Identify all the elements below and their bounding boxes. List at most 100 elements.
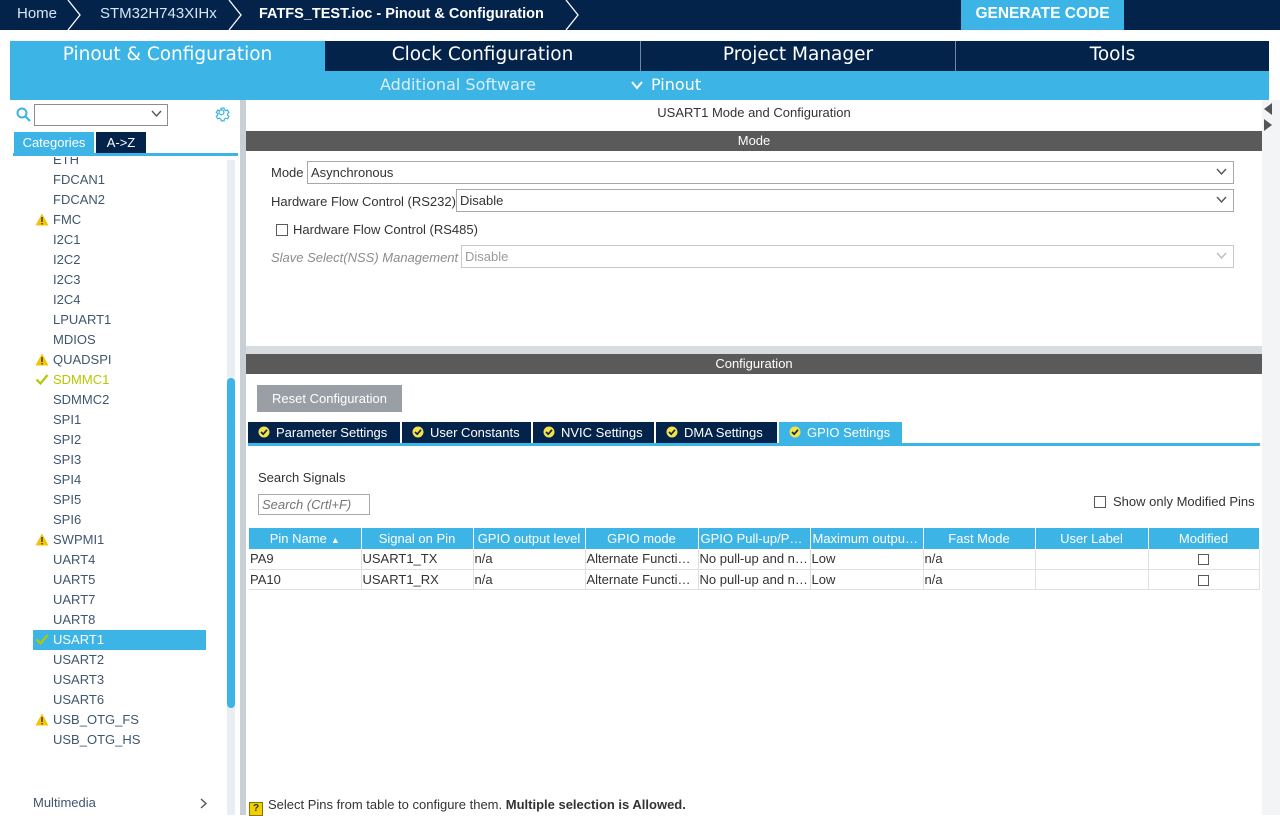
tab-project-manager[interactable]: Project Manager — [640, 41, 955, 71]
peripheral-item-uart4[interactable]: UART4 — [33, 550, 206, 570]
peripheral-item-sdmmc1[interactable]: SDMMC1 — [33, 370, 206, 390]
peripheral-item-label: MDIOS — [53, 332, 96, 347]
tab-parameter-settings[interactable]: Parameter Settings — [248, 422, 400, 443]
reset-configuration-button[interactable]: Reset Configuration — [257, 385, 402, 412]
tab-user-constants[interactable]: User Constants — [402, 422, 531, 443]
peripheral-item-fdcan1[interactable]: FDCAN1 — [33, 170, 206, 190]
peripheral-item-fmc[interactable]: FMC — [33, 210, 206, 230]
modified-checkbox[interactable] — [1198, 554, 1209, 566]
peripheral-item-quadspi[interactable]: QUADSPI — [33, 350, 206, 370]
col-header-pull[interactable]: GPIO Pull-up/Pull-down — [698, 528, 811, 549]
cell-fast-mode[interactable]: n/a — [923, 549, 1036, 570]
col-header-modified[interactable]: Modified — [1148, 528, 1260, 549]
hw-flow-rs232-select[interactable]: Disable — [456, 189, 1234, 212]
peripheral-item-usb_otg_hs[interactable]: USB_OTG_HS — [33, 730, 206, 750]
additional-software-menu[interactable]: Additional Software — [380, 71, 536, 100]
peripheral-item-label: ETH — [53, 157, 79, 167]
col-header-gpio-mode[interactable]: GPIO mode — [585, 528, 699, 549]
mode-select[interactable]: Asynchronous — [307, 161, 1234, 184]
tab-pinout-configuration[interactable]: Pinout & Configuration — [10, 41, 325, 71]
col-header-fast-mode[interactable]: Fast Mode — [923, 528, 1036, 549]
cell-speed[interactable]: Low — [810, 569, 924, 590]
chevron-right-icon — [200, 798, 208, 809]
cell-signal[interactable]: USART1_TX — [361, 549, 474, 570]
peripheral-item-spi2[interactable]: SPI2 — [33, 430, 206, 450]
peripheral-item-spi5[interactable]: SPI5 — [33, 490, 206, 510]
cell-user-label[interactable] — [1035, 549, 1149, 570]
peripheral-item-usart1[interactable]: USART1 — [33, 630, 206, 650]
cell-user-label[interactable] — [1035, 569, 1149, 590]
section-divider[interactable] — [246, 346, 1262, 354]
gear-icon[interactable] — [214, 106, 231, 123]
tab-gpio-settings[interactable]: GPIO Settings — [779, 422, 902, 443]
col-header-pin-name[interactable]: Pin Name ▲ — [249, 528, 362, 549]
peripheral-item-sdmmc2[interactable]: SDMMC2 — [33, 390, 206, 410]
table-row[interactable]: PA9 USART1_TX n/a Alternate Function Pus… — [249, 549, 1260, 570]
peripheral-item-i2c2[interactable]: I2C2 — [33, 250, 206, 270]
cell-pin[interactable]: PA9 — [249, 549, 362, 570]
tab-user-constants-label: User Constants — [430, 425, 520, 440]
peripheral-item-uart8[interactable]: UART8 — [33, 610, 206, 630]
peripheral-item-i2c4[interactable]: I2C4 — [33, 290, 206, 310]
peripheral-item-label: USB_OTG_FS — [53, 712, 139, 727]
peripheral-item-lpuart1[interactable]: LPUART1 — [33, 310, 206, 330]
scrollbar-thumb[interactable] — [227, 378, 235, 708]
cell-signal[interactable]: USART1_RX — [361, 569, 474, 590]
cell-speed[interactable]: Low — [810, 549, 924, 570]
show-modified-checkbox[interactable] — [1094, 496, 1106, 508]
peripheral-item-usart2[interactable]: USART2 — [33, 650, 206, 670]
peripheral-list-scrollbar[interactable] — [227, 160, 235, 815]
peripheral-item-uart7[interactable]: UART7 — [33, 590, 206, 610]
cell-fast-mode[interactable]: n/a — [923, 569, 1036, 590]
peripheral-item-spi6[interactable]: SPI6 — [33, 510, 206, 530]
tab-tools[interactable]: Tools — [955, 41, 1269, 71]
peripheral-item-uart5[interactable]: UART5 — [33, 570, 206, 590]
category-multimedia[interactable]: Multimedia — [33, 794, 208, 812]
cell-pin[interactable]: PA10 — [249, 569, 362, 590]
tab-clock-configuration[interactable]: Clock Configuration — [325, 41, 640, 71]
peripheral-item-spi4[interactable]: SPI4 — [33, 470, 206, 490]
tab-categories[interactable]: Categories — [14, 132, 94, 153]
col-header-signal[interactable]: Signal on Pin — [361, 528, 474, 549]
chevron-down-icon — [1216, 196, 1227, 204]
generate-code-button[interactable]: GENERATE CODE — [961, 0, 1124, 30]
peripheral-item-mdios[interactable]: MDIOS — [33, 330, 206, 350]
search-signals-input[interactable] — [258, 494, 370, 515]
peripheral-item-i2c3[interactable]: I2C3 — [33, 270, 206, 290]
peripheral-item-label: SPI4 — [53, 472, 82, 487]
cell-output-level[interactable]: n/a — [473, 569, 586, 590]
peripheral-item-i2c1[interactable]: I2C1 — [33, 230, 206, 250]
peripheral-search-combo[interactable] — [34, 104, 168, 126]
peripheral-item-usart3[interactable]: USART3 — [33, 670, 206, 690]
col-header-output-level[interactable]: GPIO output level — [473, 528, 586, 549]
collapse-arrow-icon[interactable] — [1264, 119, 1272, 131]
peripheral-item-swpmi1[interactable]: SWPMI1 — [33, 530, 206, 550]
cell-gpio-mode[interactable]: Alternate Function Push Pull — [585, 549, 699, 570]
cell-pull[interactable]: No pull-up and no pull-down — [698, 549, 811, 570]
pinout-menu[interactable]: Pinout — [651, 71, 701, 100]
collapse-arrow-icon[interactable] — [1264, 103, 1272, 115]
peripheral-item-usart6[interactable]: USART6 — [33, 690, 206, 710]
peripheral-item-spi1[interactable]: SPI1 — [33, 410, 206, 430]
col-header-max-speed[interactable]: Maximum output speed — [810, 528, 924, 549]
cell-modified[interactable] — [1148, 569, 1260, 590]
breadcrumb-home[interactable]: Home — [17, 0, 57, 30]
hw-flow-rs485-checkbox[interactable] — [276, 224, 288, 236]
tab-a-z[interactable]: A->Z — [96, 132, 146, 153]
tab-dma-settings[interactable]: DMA Settings — [656, 422, 777, 443]
peripheral-item-spi3[interactable]: SPI3 — [33, 450, 206, 470]
peripheral-item-usb_otg_fs[interactable]: USB_OTG_FS — [33, 710, 206, 730]
tab-nvic-settings[interactable]: NVIC Settings — [533, 422, 654, 443]
cell-gpio-mode[interactable]: Alternate Function Push Pull — [585, 569, 699, 590]
table-row[interactable]: PA10 USART1_RX n/a Alternate Function Pu… — [249, 569, 1260, 590]
modified-checkbox[interactable] — [1198, 574, 1209, 586]
cell-modified[interactable] — [1148, 549, 1260, 570]
peripheral-item-eth[interactable]: ETH — [33, 157, 206, 170]
cell-output-level[interactable]: n/a — [473, 549, 586, 570]
peripheral-item-fdcan2[interactable]: FDCAN2 — [33, 190, 206, 210]
breadcrumb-current: FATFS_TEST.ioc - Pinout & Configuration — [259, 6, 544, 22]
col-header-user-label[interactable]: User Label — [1035, 528, 1149, 549]
cell-pull[interactable]: No pull-up and no pull-down — [698, 569, 811, 590]
breadcrumb-device[interactable]: STM32H743XIHx — [100, 0, 217, 30]
peripheral-item-label: USB_OTG_HS — [53, 732, 141, 747]
